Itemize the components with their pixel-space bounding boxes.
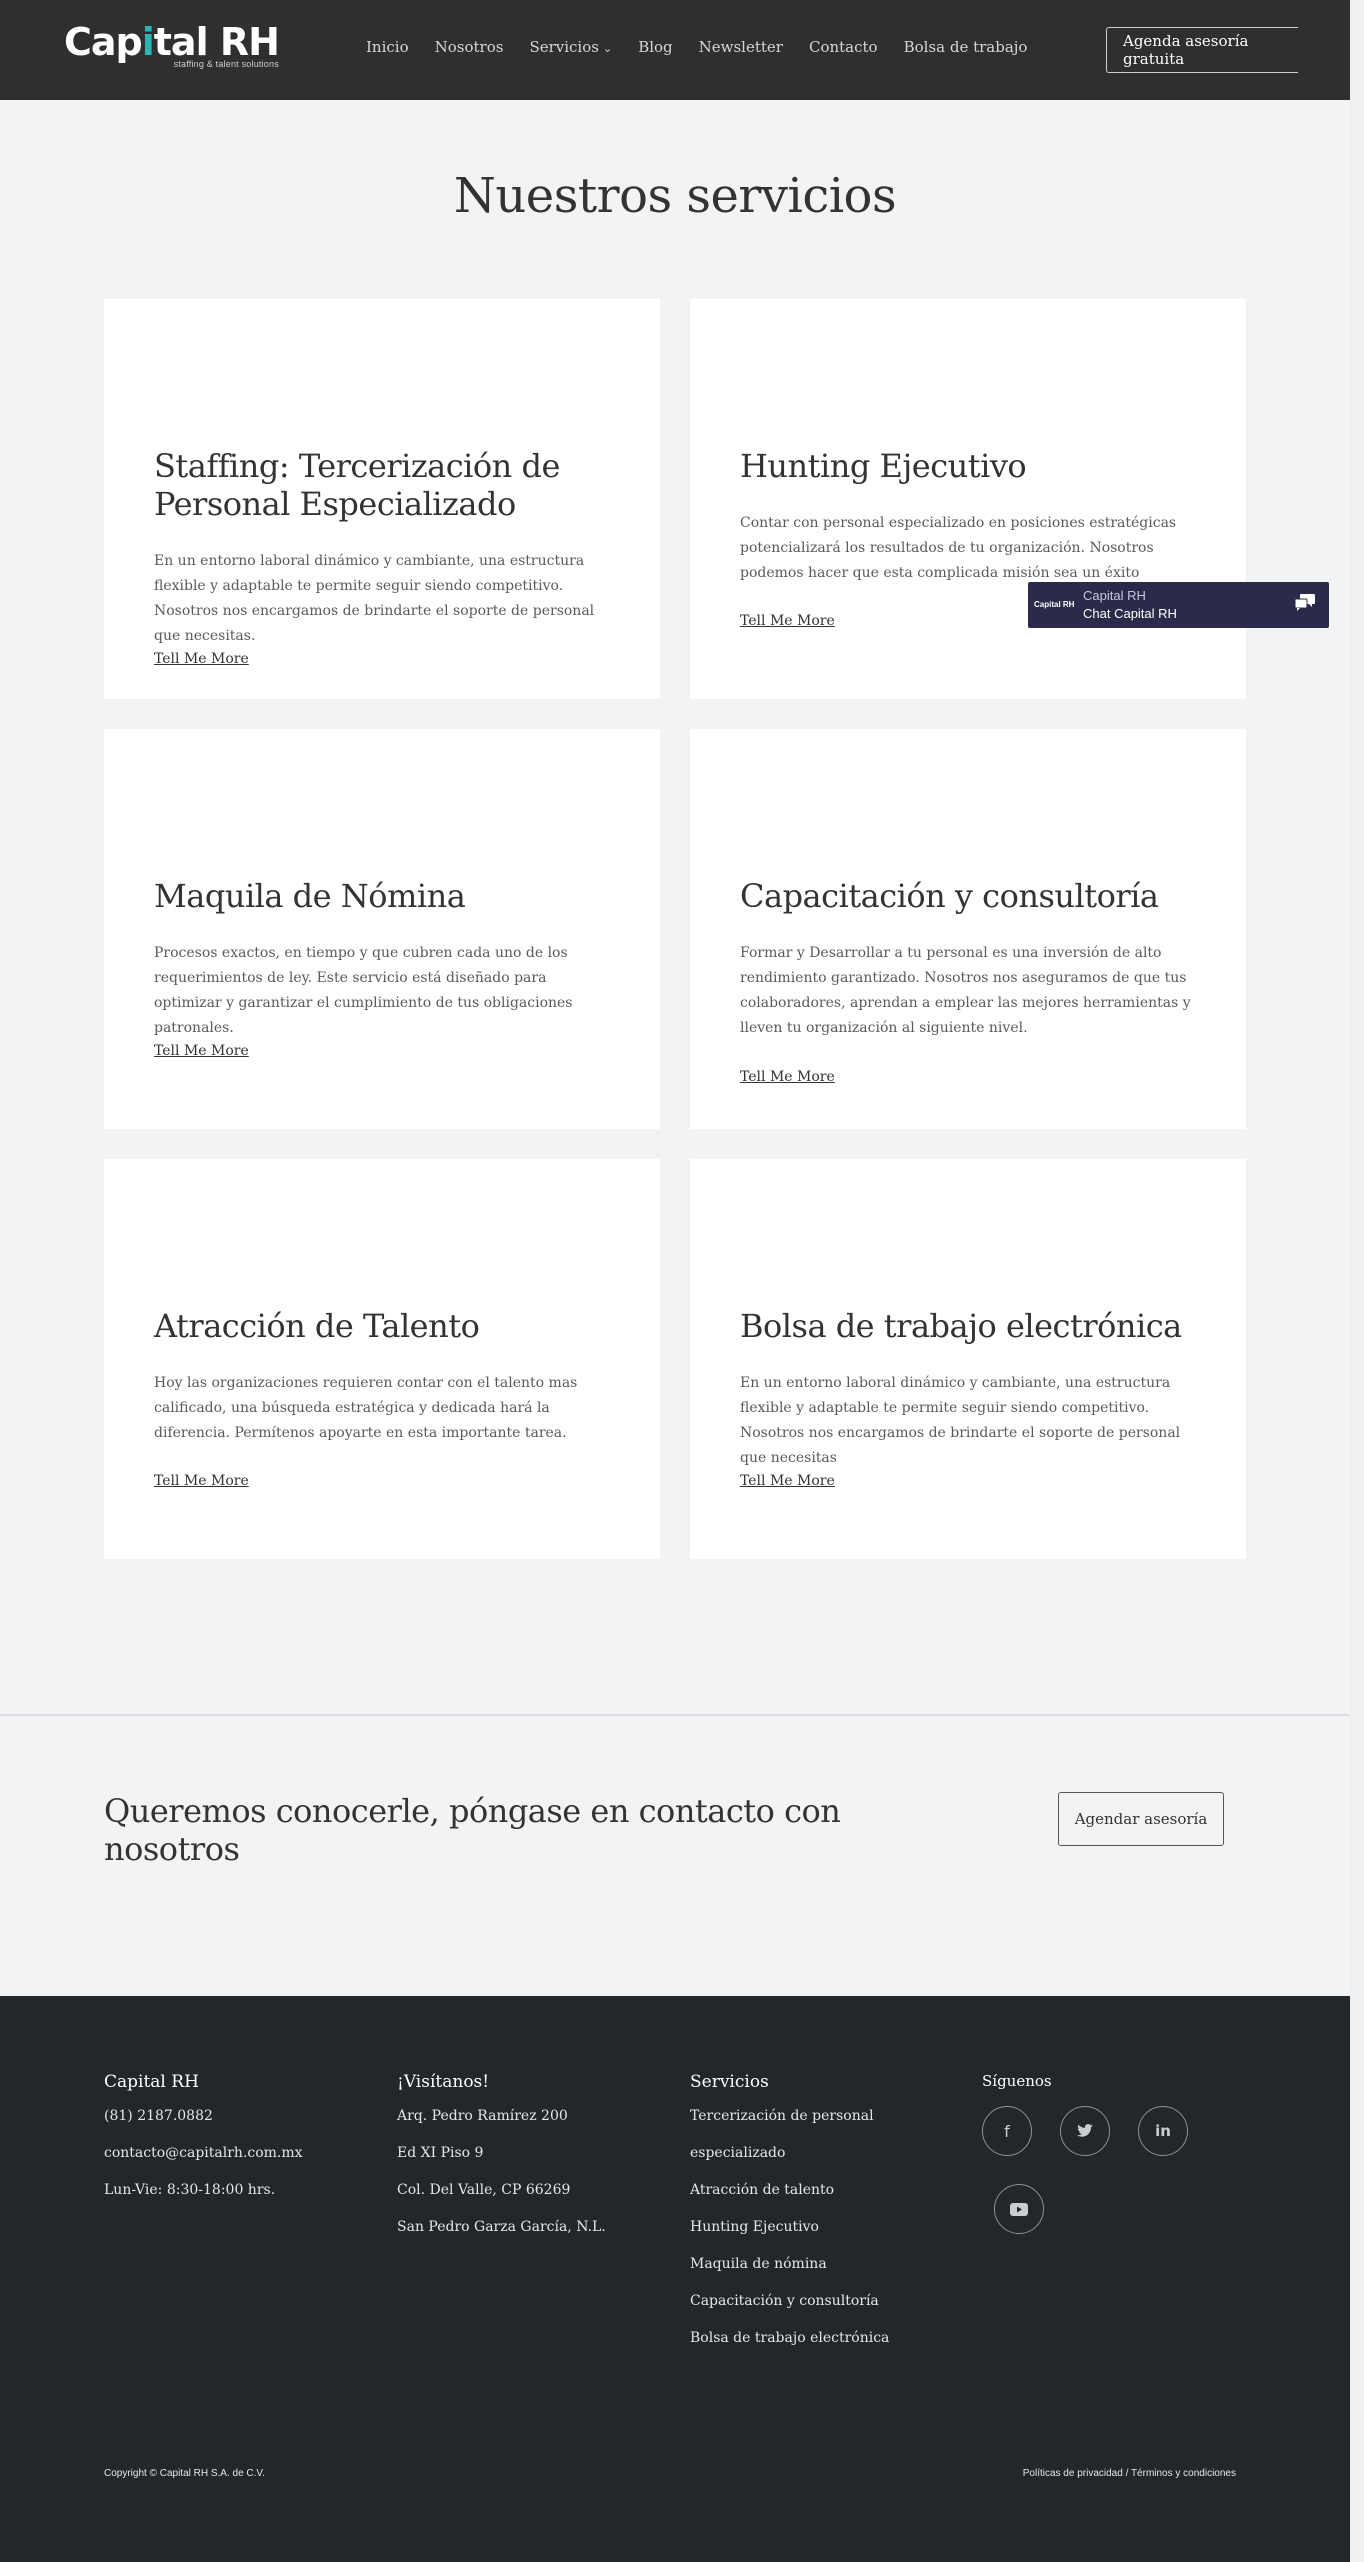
service-title: Maquila de Nómina: [154, 877, 466, 915]
footer-heading: ¡Visítanos!: [397, 2072, 490, 2092]
service-card-atraccion: Atracción de Talento Hoy las organizacio…: [104, 1159, 660, 1559]
nav-contacto[interactable]: Contacto: [809, 38, 878, 56]
service-title: Bolsa de trabajo electrónica: [740, 1307, 1182, 1345]
service-title: Atracción de Talento: [154, 1307, 480, 1345]
nav-blog[interactable]: Blog: [638, 38, 672, 56]
page-title: Nuestros servicios: [453, 168, 897, 224]
chat-logo: Capital RH: [1034, 600, 1075, 609]
service-title: Staffing: Tercerización de Personal Espe…: [154, 447, 560, 523]
footer-service-link[interactable]: Maquila de nómina: [690, 2246, 889, 2283]
section-divider: [0, 1714, 1350, 1716]
nav-bolsa-de-trabajo[interactable]: Bolsa de trabajo: [904, 38, 1028, 56]
tell-me-more-link[interactable]: Tell Me More: [154, 1043, 249, 1059]
linkedin-icon[interactable]: in: [1138, 2106, 1188, 2156]
footer-col-social: Síguenos f in: [982, 2072, 1202, 2234]
footer-service-link[interactable]: Bolsa de trabajo electrónica: [690, 2320, 889, 2357]
footer-heading: Capital RH: [104, 2072, 199, 2092]
service-card-capacitacion: Capacitación y consultoría Formar y Desa…: [690, 729, 1246, 1129]
logo-text-accent: i: [141, 20, 155, 64]
footer-service-link[interactable]: Atracción de talento: [690, 2172, 889, 2209]
service-card-staffing: Staffing: Tercerización de Personal Espe…: [104, 299, 660, 699]
main-nav: Inicio Nosotros Servicios ⌄ Blog Newslett…: [366, 38, 1027, 56]
service-title: Hunting Ejecutivo: [740, 447, 1027, 485]
footer-service-link[interactable]: Hunting Ejecutivo: [690, 2209, 889, 2246]
tell-me-more-link[interactable]: Tell Me More: [740, 613, 835, 629]
footer-heading: Síguenos: [982, 2072, 1052, 2090]
footer-service-link[interactable]: especializado: [690, 2135, 889, 2172]
service-card-hunting: Hunting Ejecutivo Contar con personal es…: [690, 299, 1246, 699]
site-header: Capital RH staffing & talent solutions I…: [0, 0, 1350, 100]
service-description: Formar y Desarrollar a tu personal es un…: [740, 945, 1191, 1036]
footer-address-line: Arq. Pedro Ramírez 200: [397, 2108, 568, 2124]
chevron-down-icon: ⌄: [602, 42, 613, 55]
footer-col-address: ¡Visítanos! Arq. Pedro Ramírez 200 Ed XI…: [397, 2072, 606, 2246]
nav-servicios[interactable]: Servicios ⌄: [529, 38, 612, 56]
service-description: En un entorno laboral dinámico y cambian…: [154, 553, 595, 644]
facebook-icon[interactable]: f: [982, 2106, 1032, 2156]
logo-text-suffix: tal RH: [153, 20, 280, 64]
logo-text-prefix: Cap: [64, 20, 143, 64]
service-description: Hoy las organizaciones requieren contar …: [154, 1375, 578, 1441]
nav-newsletter[interactable]: Newsletter: [699, 38, 783, 56]
copyright: Copyright © Capital RH S.A. de C.V.: [104, 2468, 265, 2479]
service-description: En un entorno laboral dinámico y cambian…: [740, 1375, 1181, 1466]
youtube-icon[interactable]: [994, 2184, 1044, 2234]
contact-heading: Queremos conocerle, póngase en contacto …: [104, 1792, 841, 1868]
service-description: Procesos exactos, en tiempo y que cubren…: [154, 945, 573, 1036]
footer-col-services: Servicios Tercerización de personal espe…: [690, 2072, 889, 2357]
chat-subtitle: Chat Capital RH: [1083, 606, 1177, 621]
footer-col-contact: Capital RH (81) 2187.0882 contacto@capit…: [104, 2072, 303, 2209]
footer-address-line: Col. Del Valle, CP 66269: [397, 2182, 571, 2198]
social-links: f in: [982, 2106, 1202, 2234]
footer-address-line: San Pedro Garza García, N.L.: [397, 2219, 606, 2235]
tell-me-more-link[interactable]: Tell Me More: [154, 651, 249, 667]
service-card-nomina: Maquila de Nómina Procesos exactos, en t…: [104, 729, 660, 1129]
agendar-asesoria-button[interactable]: Agendar asesoría: [1058, 1792, 1224, 1846]
nav-servicios-label: Servicios: [529, 38, 599, 56]
site-footer: Capital RH (81) 2187.0882 contacto@capit…: [0, 1996, 1350, 2562]
chat-bubbles-icon: [1295, 594, 1315, 611]
footer-address-line: Ed XI Piso 9: [397, 2145, 484, 2161]
footer-hours: Lun-Vie: 8:30-18:00 hrs.: [104, 2182, 276, 2198]
footer-phone[interactable]: (81) 2187.0882: [104, 2098, 303, 2135]
service-card-bolsa: Bolsa de trabajo electrónica En un entor…: [690, 1159, 1246, 1559]
chat-title: Capital RH: [1083, 588, 1146, 603]
chat-widget[interactable]: Capital RH Capital RH Chat Capital RH: [1028, 582, 1329, 628]
logo[interactable]: Capital RH staffing & talent solutions: [64, 20, 280, 69]
footer-service-link[interactable]: Capacitación y consultoría: [690, 2283, 889, 2320]
tell-me-more-link[interactable]: Tell Me More: [154, 1473, 249, 1489]
service-title: Capacitación y consultoría: [740, 877, 1159, 915]
twitter-icon[interactable]: [1060, 2106, 1110, 2156]
nav-nosotros[interactable]: Nosotros: [435, 38, 504, 56]
scrollbar[interactable]: [1350, 0, 1364, 2562]
tell-me-more-link[interactable]: Tell Me More: [740, 1069, 835, 1085]
footer-service-link[interactable]: Tercerización de personal: [690, 2098, 889, 2135]
footer-email[interactable]: contacto@capitalrh.com.mx: [104, 2135, 303, 2172]
tell-me-more-link[interactable]: Tell Me More: [740, 1473, 835, 1489]
footer-heading: Servicios: [690, 2072, 769, 2092]
service-description: Contar con personal especializado en pos…: [740, 515, 1177, 581]
legal-links[interactable]: Políticas de privacidad / Términos y con…: [1023, 2468, 1236, 2479]
agenda-asesoria-button[interactable]: Agenda asesoría gratuita: [1106, 27, 1298, 73]
nav-inicio[interactable]: Inicio: [366, 38, 409, 56]
